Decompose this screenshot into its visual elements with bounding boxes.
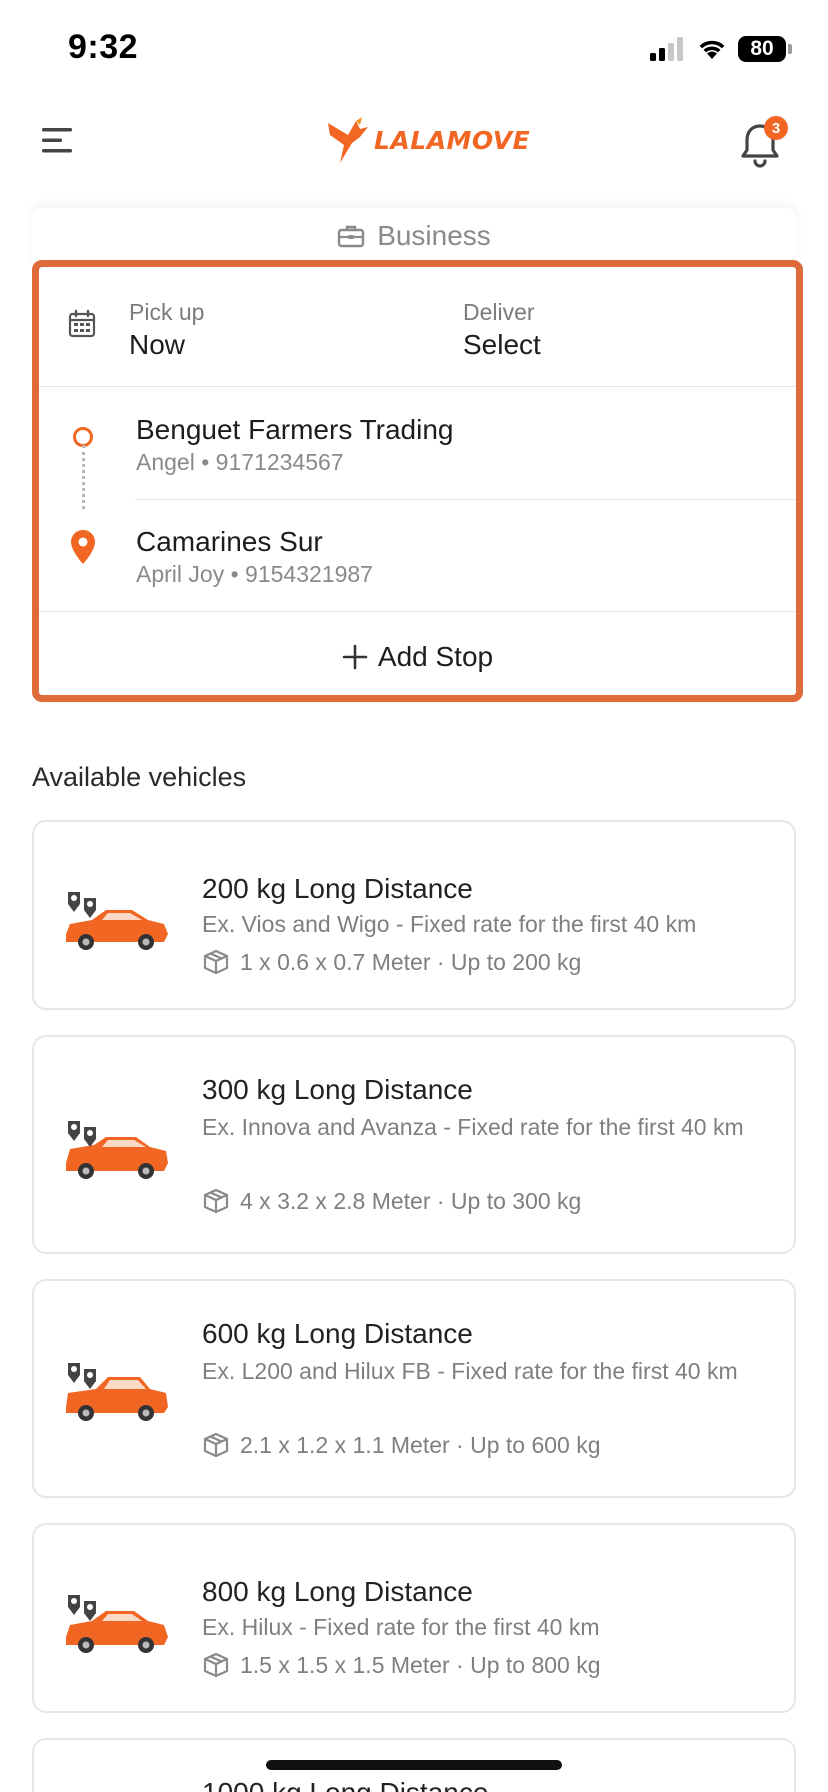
pickup-label: Pick up (129, 299, 205, 325)
add-stop-button[interactable]: Add Stop (39, 611, 796, 695)
box-icon (203, 1432, 229, 1458)
business-tab[interactable]: Business (32, 208, 796, 264)
vehicle-name: 1000 kg Long Distance (202, 1776, 488, 1792)
battery-indicator: 80 (738, 36, 786, 62)
vehicle-dimensions: 4 x 3.2 x 2.8 Meter · Up to 300 kg (202, 1187, 581, 1215)
status-icons: 80 (650, 34, 792, 64)
app-header: LALAMOVE 3 (0, 100, 828, 180)
calendar-icon (68, 309, 96, 338)
car-icon (66, 1121, 168, 1179)
status-bar: 9:32 80 (0, 0, 828, 100)
schedule-row: Pick up Now Deliver Select (39, 267, 796, 387)
car-icon (66, 1363, 168, 1421)
business-tab-label: Business (377, 220, 491, 251)
briefcase-icon (337, 225, 365, 248)
vehicle-name: 200 kg Long Distance (202, 873, 473, 904)
vehicle-name: 600 kg Long Distance (202, 1318, 473, 1349)
vehicle-option-800kg[interactable]: 800 kg Long Distance Ex. Hilux - Fixed r… (32, 1523, 796, 1713)
vehicle-name: 300 kg Long Distance (202, 1074, 473, 1105)
pickup-stop-name: Benguet Farmers Trading (136, 414, 454, 445)
pickup-stop[interactable]: Benguet Farmers Trading Angel • 91712345… (39, 387, 796, 499)
vehicle-dimensions-text: 4 x 3.2 x 2.8 Meter · Up to 300 kg (240, 1188, 582, 1214)
vehicle-dimensions-text: 1.5 x 1.5 x 1.5 Meter · Up to 800 kg (240, 1652, 601, 1678)
box-icon (203, 1188, 229, 1214)
vehicle-option-200kg[interactable]: 200 kg Long Distance Ex. Vios and Wigo -… (32, 820, 796, 1010)
deliver-time-selector[interactable]: Deliver Select (463, 297, 541, 363)
vehicle-description: Ex. Hilux - Fixed rate for the first 40 … (202, 1614, 600, 1640)
car-icon (66, 1595, 168, 1653)
available-vehicles-heading: Available vehicles (32, 762, 247, 792)
brand-logo: LALAMOVE (326, 110, 530, 170)
dropoff-stop-contact: April Joy • 9154321987 (136, 561, 373, 587)
menu-button[interactable] (40, 120, 74, 160)
vehicle-description: Ex. L200 and Hilux FB - Fixed rate for t… (202, 1358, 738, 1384)
dropoff-stop[interactable]: Camarines Sur April Joy • 9154321987 (39, 499, 796, 611)
pickup-stop-contact: Angel • 9171234567 (136, 449, 344, 475)
vehicle-dimensions: 2.1 x 1.2 x 1.1 Meter · Up to 600 kg (202, 1431, 601, 1459)
app-screen: 9:32 80 LALAMOVE 3 Business Pick up Now … (0, 0, 828, 1792)
notification-badge: 3 (764, 116, 788, 140)
status-time: 9:32 (68, 28, 139, 66)
box-icon (203, 1652, 229, 1678)
deliver-value: Select (463, 329, 541, 360)
hummingbird-logo-icon (328, 117, 368, 163)
notifications-button[interactable]: 3 (738, 112, 788, 168)
car-icon (66, 892, 168, 950)
battery-cap (788, 44, 792, 54)
plus-icon (342, 644, 368, 670)
logo-text: LALAMOVE (374, 125, 531, 155)
cellular-signal-icon (650, 37, 683, 61)
pickup-value: Now (129, 329, 186, 360)
pickup-time-selector[interactable]: Pick up Now (129, 297, 204, 363)
dropoff-stop-name: Camarines Sur (136, 526, 323, 557)
order-card: Pick up Now Deliver Select Benguet Farme… (32, 260, 803, 702)
vehicle-option-300kg[interactable]: 300 kg Long Distance Ex. Innova and Avan… (32, 1035, 796, 1254)
vehicle-dimensions: 1.5 x 1.5 x 1.5 Meter · Up to 800 kg (202, 1651, 601, 1679)
location-pin-icon (71, 530, 95, 564)
add-stop-label: Add Stop (377, 641, 494, 672)
vehicle-name: 800 kg Long Distance (202, 1576, 473, 1607)
vehicle-dimensions: 1 x 0.6 x 0.7 Meter · Up to 200 kg (202, 948, 581, 976)
hamburger-icon (42, 128, 72, 153)
deliver-label: Deliver (463, 299, 535, 325)
origin-circle-icon (73, 427, 93, 447)
box-icon (203, 949, 229, 975)
vehicle-description: Ex. Vios and Wigo - Fixed rate for the f… (202, 911, 697, 937)
home-indicator (266, 1760, 562, 1770)
vehicle-option-600kg[interactable]: 600 kg Long Distance Ex. L200 and Hilux … (32, 1279, 796, 1498)
vehicle-dimensions-text: 1 x 0.6 x 0.7 Meter · Up to 200 kg (240, 949, 582, 975)
vehicle-dimensions-text: 2.1 x 1.2 x 1.1 Meter · Up to 600 kg (240, 1432, 601, 1458)
vehicle-description: Ex. Innova and Avanza - Fixed rate for t… (202, 1114, 744, 1140)
wifi-icon (699, 40, 725, 59)
